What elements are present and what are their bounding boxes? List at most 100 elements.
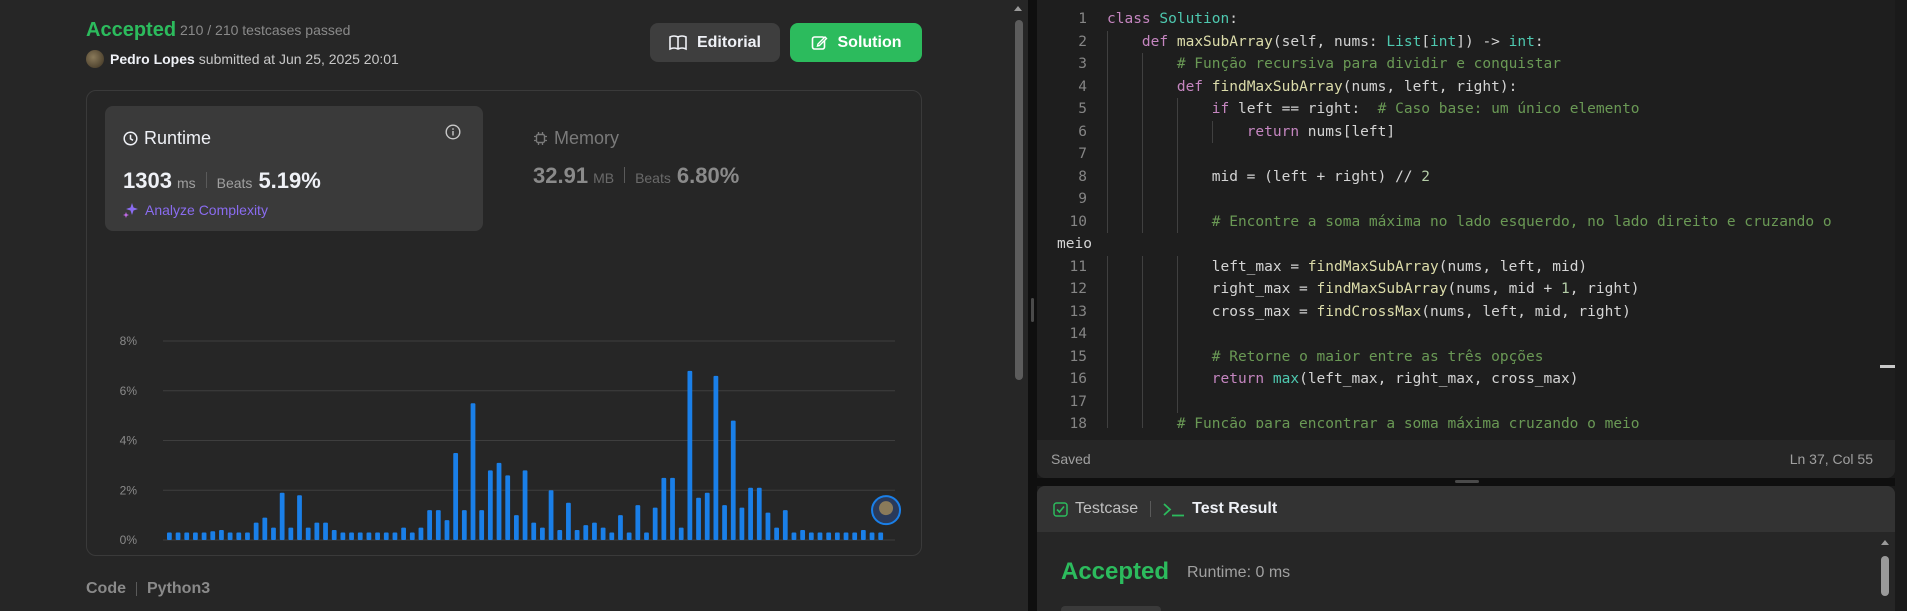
line-number: 17 xyxy=(1069,393,1087,410)
code-line[interactable]: 8 mid = (left + right) // 2 xyxy=(1037,165,1895,188)
avatar-face xyxy=(879,501,894,516)
runtime-values: 1303 ms Beats 5.19% xyxy=(123,168,326,194)
line-number: 7 xyxy=(1078,146,1087,162)
bar xyxy=(444,520,450,540)
scroll-up-icon[interactable] xyxy=(1880,538,1890,546)
code-line[interactable]: 14 xyxy=(1037,323,1895,346)
code-line[interactable]: 3 # Função recursiva para dividir e conq… xyxy=(1037,53,1895,76)
line-text: # Função para encontrar a soma máxima cr… xyxy=(1176,416,1640,428)
y-tick-label: 0% xyxy=(120,533,138,547)
solution-button[interactable]: Solution xyxy=(790,23,922,62)
result-scrollbar-thumb[interactable] xyxy=(1881,556,1889,596)
divider xyxy=(136,582,137,596)
runtime-beats-label: Beats xyxy=(216,175,253,191)
runtime-unit: ms xyxy=(176,175,196,191)
memory-label[interactable]: Memory xyxy=(533,128,619,149)
left-scrollbar[interactable] xyxy=(1011,0,1025,611)
code-line[interactable]: 5 if left == right: # Caso base: um únic… xyxy=(1037,98,1895,121)
code-area[interactable]: 1 class Solution: 2 def maxSubArray(self, … xyxy=(1037,8,1895,428)
scroll-up-icon[interactable] xyxy=(1013,4,1023,12)
memory-beats-label: Beats xyxy=(635,170,671,186)
code-line[interactable]: 15 # Retorne o maior entre as três opçõe… xyxy=(1037,345,1895,368)
memory-value: 32.91 xyxy=(533,163,589,188)
bar xyxy=(271,527,276,540)
bar xyxy=(800,530,806,540)
code-line[interactable]: meio xyxy=(1037,233,1895,256)
bar xyxy=(193,532,198,540)
indent-guide xyxy=(1177,143,1178,166)
code-line[interactable]: 7 xyxy=(1037,143,1895,166)
memory-beats: 6.80% xyxy=(676,163,740,188)
code-editor[interactable]: 1 class Solution: 2 def maxSubArray(self, … xyxy=(1037,0,1895,478)
scrollbar-thumb[interactable] xyxy=(1015,20,1023,380)
code-line[interactable]: 16 return max(left_max, right_max, cross… xyxy=(1037,368,1895,391)
avatar[interactable] xyxy=(86,50,104,68)
line-number: 5 xyxy=(1078,101,1087,117)
bar xyxy=(782,510,788,540)
edit-icon xyxy=(811,36,827,50)
performance-card: Runtime 1303 ms Beats 5.19% Analyze Comp… xyxy=(86,90,922,556)
indent-guide xyxy=(1142,323,1143,346)
code-line[interactable]: 11 left_max = findMaxSubArray(nums, left… xyxy=(1037,255,1895,278)
code-label: Code xyxy=(86,580,126,597)
resize-grip[interactable] xyxy=(1455,480,1479,483)
bar xyxy=(366,532,372,540)
submitter-name[interactable]: Pedro Lopes xyxy=(110,51,195,67)
case-tab[interactable] xyxy=(1061,606,1161,611)
editor-scroll-marker[interactable] xyxy=(1880,365,1895,368)
memory-unit: MB xyxy=(593,170,615,186)
indent-guide xyxy=(1142,143,1143,166)
code-line[interactable]: 2 def maxSubArray(self, nums: List[int])… xyxy=(1037,30,1895,53)
bar xyxy=(713,375,719,540)
code-line[interactable]: 4 def findMaxSubArray(nums, left, right)… xyxy=(1037,75,1895,98)
bar xyxy=(791,532,797,540)
runtime-distribution-chart[interactable]: 8%6%4%2%0%15ms30ms44ms59ms74ms89ms103ms1… xyxy=(87,241,923,551)
line-number: 10 xyxy=(1069,213,1087,230)
line-number: 15 xyxy=(1069,348,1087,365)
tab-testcase[interactable]: Testcase xyxy=(1053,500,1138,518)
bar xyxy=(288,527,294,540)
resize-grip[interactable] xyxy=(1031,298,1034,322)
bar xyxy=(661,477,667,540)
indent-guide xyxy=(1107,390,1108,413)
code-line[interactable]: 17 xyxy=(1037,390,1895,413)
runtime-box[interactable]: Runtime 1303 ms Beats 5.19% Analyze Comp… xyxy=(105,106,483,231)
bar xyxy=(314,522,320,540)
bar xyxy=(644,532,649,540)
bar xyxy=(418,527,424,540)
code-line[interactable]: 9 xyxy=(1037,188,1895,211)
horizontal-resize-handle[interactable] xyxy=(1037,478,1895,486)
bar xyxy=(826,532,832,540)
editorial-button[interactable]: Editorial xyxy=(650,23,780,62)
bar xyxy=(540,527,545,540)
code-line[interactable]: 1 class Solution: xyxy=(1037,8,1895,31)
line-text: mid = (left + right) // 2 xyxy=(1107,168,1431,185)
code-line[interactable]: 10 # Encontre a soma máxima no lado esqu… xyxy=(1037,210,1895,233)
bar xyxy=(600,527,606,540)
bar xyxy=(583,525,589,540)
code-line[interactable]: 6 return nums[left] xyxy=(1037,120,1895,143)
bar xyxy=(297,495,302,540)
line-text: # Função recursiva para dividir e conqui… xyxy=(1176,56,1561,72)
submission-status: Accepted xyxy=(86,19,177,41)
bar xyxy=(843,532,849,540)
divider xyxy=(205,172,207,188)
line-number: 16 xyxy=(1069,371,1087,387)
x-tick-label: 74ms xyxy=(547,548,579,551)
bar xyxy=(678,527,684,540)
bar xyxy=(869,532,875,540)
tab-testcase-label: Testcase xyxy=(1075,500,1139,517)
line-text: cross_max = findCrossMax(nums, left, mid… xyxy=(1107,303,1631,320)
code-line[interactable]: 12 right_max = findMaxSubArray(nums, mid… xyxy=(1037,278,1895,301)
analyze-complexity-link[interactable]: Analyze Complexity xyxy=(123,202,268,218)
bar xyxy=(817,532,823,540)
code-language-row: Code Python3 xyxy=(86,580,210,598)
code-line[interactable]: 18 # Função para encontrar a soma máxima… xyxy=(1037,413,1895,428)
bar xyxy=(487,470,493,540)
runtime-label-text: Runtime xyxy=(144,128,212,148)
x-tick-label: 30ms xyxy=(309,548,341,551)
info-icon[interactable] xyxy=(445,124,461,140)
code-line[interactable]: 13 cross_max = findCrossMax(nums, left, … xyxy=(1037,300,1895,323)
tab-test-result[interactable]: Test Result xyxy=(1163,500,1277,518)
vertical-resize-handle[interactable] xyxy=(1028,0,1037,611)
